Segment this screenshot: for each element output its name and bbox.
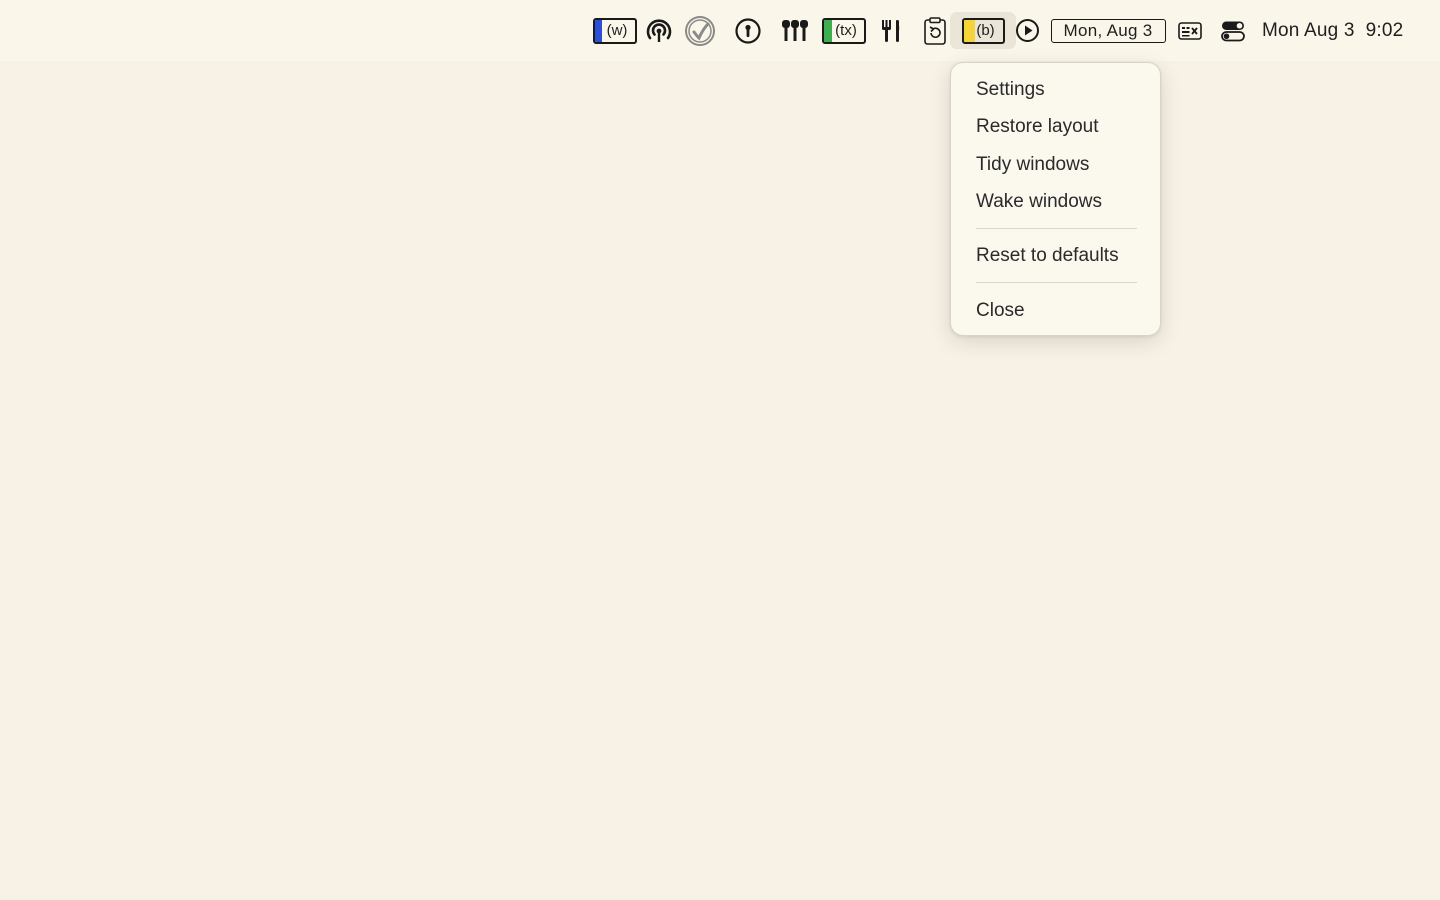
fork-knife-icon <box>882 19 900 42</box>
password-menu-extra[interactable] <box>733 0 763 61</box>
control-center-icon <box>1221 21 1245 41</box>
utensils-menu-extra[interactable] <box>877 0 905 61</box>
menu-bar: (w) (tx) (b) Mon, Aug 3 Mon Aug 3 9:02 <box>0 0 1440 61</box>
menu-item-wake-windows[interactable]: Wake windows <box>976 190 1102 214</box>
tx-box-label: (tx) <box>835 22 857 39</box>
b-box-label: (b) <box>976 22 995 39</box>
date-menu-extra[interactable]: Mon, Aug 3 <box>1050 0 1166 61</box>
play-menu-extra[interactable] <box>1014 0 1041 61</box>
tx-box-icon: (tx) <box>821 17 866 44</box>
broadcast-menu-extra[interactable] <box>642 0 676 61</box>
b-box-dropdown-menu: Settings Restore layout Tidy windows Wak… <box>950 62 1161 336</box>
menu-separator <box>976 282 1137 283</box>
menu-item-settings[interactable]: Settings <box>976 78 1045 102</box>
keyboard-menu-extra[interactable] <box>1176 0 1204 61</box>
w-box-label: (w) <box>606 22 628 39</box>
play-circle-icon <box>1016 19 1039 42</box>
menubar-clock[interactable]: Mon Aug 3 9:02 <box>1262 0 1422 61</box>
menu-item-reset-to-defaults[interactable]: Reset to defaults <box>976 244 1119 268</box>
desktop: (w) (tx) (b) Mon, Aug 3 Mon Aug 3 9:02 S… <box>0 0 1440 900</box>
date-box-label: Mon, Aug 3 <box>1050 18 1166 43</box>
keyboard-panel-icon <box>1178 21 1202 40</box>
tx-box-menu-extra[interactable]: (tx) <box>821 0 866 61</box>
w-box-icon: (w) <box>592 17 637 44</box>
clock-time: 9:02 <box>1365 19 1404 41</box>
b-box-icon: (b) <box>961 17 1005 44</box>
microphone-stand-icon <box>782 19 808 41</box>
clock-day: Mon Aug 3 <box>1262 19 1355 41</box>
menu-item-close[interactable]: Close <box>976 299 1025 323</box>
menu-separator <box>976 228 1137 229</box>
w-box-fill <box>594 19 602 42</box>
w-box-menu-extra[interactable]: (w) <box>592 0 637 61</box>
check-circle-icon <box>685 15 715 46</box>
microphone-stand-menu-extra[interactable] <box>778 0 812 61</box>
control-center-menu-extra[interactable] <box>1219 0 1247 61</box>
menu-item-restore-layout[interactable]: Restore layout <box>976 115 1099 139</box>
check-circle-menu-extra[interactable] <box>683 0 717 61</box>
menu-item-tidy-windows[interactable]: Tidy windows <box>976 153 1089 177</box>
clipboard-refresh-menu-extra[interactable] <box>920 0 950 61</box>
clipboard-refresh-icon <box>924 16 946 45</box>
b-box-menu-extra[interactable]: (b) <box>961 0 1005 61</box>
password-keyhole-icon <box>735 17 761 44</box>
broadcast-icon <box>646 18 672 42</box>
